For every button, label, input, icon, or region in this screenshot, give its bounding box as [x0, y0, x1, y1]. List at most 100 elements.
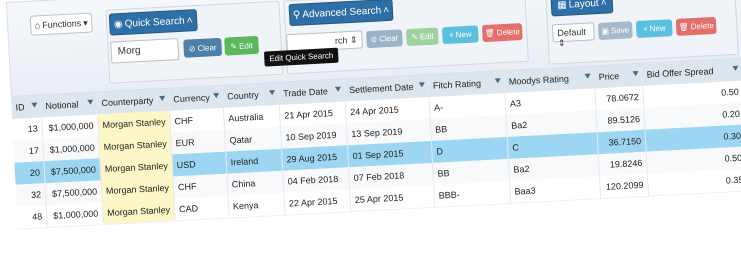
edit-icon: ✎ — [410, 32, 419, 42]
functions-dropdown[interactable]: ⌂ Functions ▾ — [29, 12, 93, 36]
filter-icon[interactable] — [31, 102, 38, 108]
cell-country[interactable]: Ireland — [226, 148, 284, 174]
cell-notional[interactable]: $7,500,000 — [44, 158, 102, 184]
layout-new-button[interactable]: + New — [635, 19, 673, 39]
cell-notional[interactable]: $1,000,000 — [42, 114, 100, 140]
quick-search-clear-button[interactable]: ⊘ Clear — [183, 37, 223, 58]
quick-search-edit-button[interactable]: ✎ Edit — [224, 35, 260, 56]
functions-label: Functions — [41, 18, 82, 31]
cell-price[interactable]: 36.7150 — [597, 129, 647, 155]
new-label: New — [649, 23, 666, 34]
clear-filter-icon: ⊘ — [188, 43, 196, 53]
filter-icon[interactable] — [268, 90, 276, 96]
column-header-country[interactable]: Country — [222, 82, 280, 108]
quick-search-toggle[interactable]: ◉ Quick Search ˄ — [108, 9, 198, 36]
advanced-search-select-value: rch — [334, 35, 348, 46]
layout-save-button[interactable]: ▣ Save — [597, 21, 633, 41]
cell-trade-date[interactable]: 22 Apr 2015 — [284, 189, 352, 215]
cell-price[interactable]: 120.2099 — [599, 173, 650, 199]
eye-icon: ◉ — [113, 18, 124, 30]
cell-price[interactable]: 78.0672 — [595, 85, 645, 111]
cell-currency[interactable]: CAD — [174, 195, 230, 221]
cell-notional[interactable]: $1,000,000 — [43, 136, 101, 162]
quick-search-panel: ◉ Quick Search ˄ Morg ⊘ Clear ✎ Edit — [105, 0, 284, 84]
delete-label: Delete — [496, 27, 521, 38]
layout-toggle[interactable]: ▦ Layout ˄ — [550, 0, 614, 17]
save-icon: ▣ — [601, 26, 610, 36]
cell-id[interactable]: 32 — [15, 183, 47, 207]
edit-icon: ✎ — [230, 41, 238, 51]
search-icon: ⚲ — [292, 9, 301, 21]
new-label: New — [455, 29, 472, 40]
cell-id[interactable]: 20 — [14, 161, 46, 185]
cell-id[interactable]: 48 — [16, 205, 48, 229]
column-header-id[interactable]: ID — [10, 95, 43, 119]
cell-id[interactable]: 17 — [13, 139, 45, 163]
cell-fitch-rating[interactable]: BBB- — [434, 180, 512, 207]
cell-country[interactable]: China — [227, 170, 285, 196]
layout-delete-button[interactable]: 🗑 Delete — [675, 16, 717, 36]
cell-currency[interactable]: CHF — [169, 107, 225, 133]
cell-currency[interactable]: CHF — [173, 173, 229, 199]
plus-icon: + — [448, 30, 454, 40]
column-header-currency[interactable]: Currency — [168, 85, 224, 111]
cell-bid-offer-spread[interactable]: 0.35 — [647, 168, 741, 196]
cell-currency[interactable]: EUR — [171, 129, 227, 155]
column-header-label: Counterparty — [101, 95, 154, 109]
filter-icon[interactable] — [418, 82, 426, 88]
filter-icon[interactable] — [632, 70, 639, 77]
column-header-label: Notional — [45, 99, 79, 112]
save-label: Save — [610, 25, 630, 36]
column-header-label: Trade Date — [282, 86, 329, 99]
edit-label: Edit — [238, 40, 254, 51]
cell-currency[interactable]: USD — [172, 151, 228, 177]
layout-select[interactable]: Default ⇕ — [551, 22, 595, 48]
column-header-label: Fitch Rating — [432, 78, 482, 91]
cell-id[interactable]: 13 — [12, 117, 44, 141]
cell-country[interactable]: Qatar — [224, 126, 283, 152]
cell-settlement-date[interactable]: 25 Apr 2015 — [350, 184, 436, 212]
filter-icon[interactable] — [732, 65, 739, 72]
cell-counterparty[interactable]: Morgan Stanley — [102, 198, 176, 225]
column-header-notional[interactable]: Notional — [40, 92, 99, 118]
quick-search-input[interactable]: Morg — [110, 38, 180, 64]
trash-icon: 🗑 — [484, 28, 496, 38]
filter-icon[interactable] — [584, 73, 591, 79]
layout-panel: ▦ Layout ˄ Default ⇕ ▣ Save + New 🗑 Dele… — [545, 0, 739, 65]
filter-icon[interactable] — [87, 99, 94, 105]
column-header-label: ID — [15, 102, 25, 113]
advanced-search-clear-button[interactable]: ⊘ Clear — [366, 29, 403, 49]
cell-country[interactable]: Australia — [223, 104, 281, 130]
adaptable-grid-screen: ⌂ Functions ▾ ◉ Quick Search ˄ Morg ⊘ Cl… — [6, 0, 741, 252]
column-header-label: Country — [226, 89, 259, 102]
column-header-price[interactable]: Price — [594, 63, 644, 89]
home-icon: ⌂ — [34, 20, 41, 31]
cell-notional[interactable]: $1,000,000 — [46, 202, 104, 228]
clear-label: Clear — [378, 33, 399, 44]
cell-notional[interactable]: $7,500,000 — [45, 180, 103, 206]
quick-search-title: Quick Search — [124, 15, 185, 30]
filter-icon[interactable] — [494, 78, 501, 84]
trash-icon: 🗑 — [678, 22, 689, 32]
layout-select-value: Default — [557, 26, 587, 39]
advanced-search-edit-button[interactable]: ✎ Edit — [405, 27, 439, 47]
cell-moodys-rating[interactable]: Baa3 — [510, 176, 602, 203]
advanced-search-new-button[interactable]: + New — [441, 25, 479, 45]
plus-icon: + — [642, 24, 648, 34]
clear-filter-icon: ⊘ — [370, 34, 378, 44]
edit-label: Edit — [419, 31, 434, 42]
filter-icon[interactable] — [159, 95, 166, 102]
column-header-label: Settlement Date — [348, 81, 414, 96]
clear-label: Clear — [197, 42, 217, 53]
cell-price[interactable]: 19.8246 — [598, 151, 648, 177]
cell-price[interactable]: 89.5126 — [596, 107, 646, 133]
filter-icon[interactable] — [334, 86, 342, 92]
column-header-label: Currency — [173, 92, 211, 105]
filter-icon[interactable] — [213, 92, 220, 99]
column-header-label: Price — [598, 71, 620, 83]
advanced-search-delete-button[interactable]: 🗑 Delete — [481, 23, 523, 43]
advanced-search-toggle[interactable]: ⚲ Advanced Search ˄ — [288, 0, 394, 27]
cell-country[interactable]: Kenya — [228, 192, 286, 218]
layout-title: Layout — [568, 0, 599, 11]
column-header-label: Moodys Rating — [508, 73, 570, 87]
